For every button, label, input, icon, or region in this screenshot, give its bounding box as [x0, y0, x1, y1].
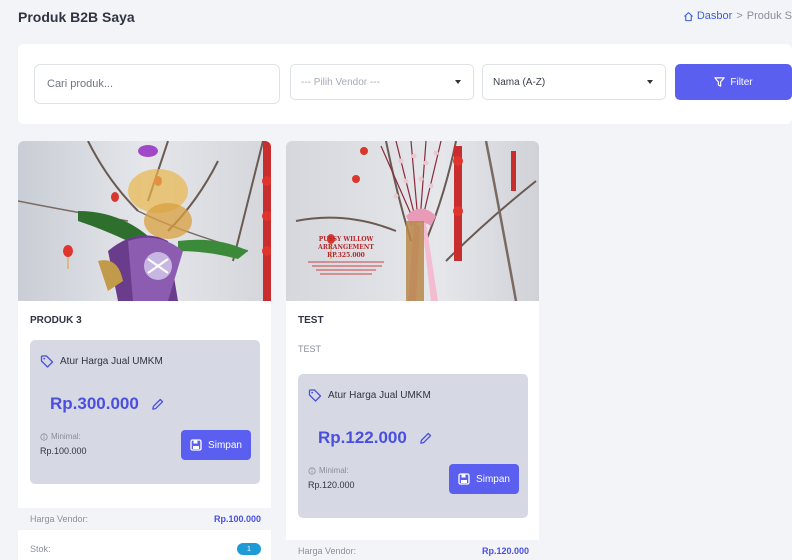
filter-button-label: Filter — [730, 76, 753, 88]
vendor-price-value: Rp.120.000 — [481, 546, 529, 556]
price-value: Rp.122.000 — [318, 428, 432, 448]
page: Produk B2B Saya Dasbor > Produk S --- Pi… — [0, 0, 792, 560]
save-button[interactable]: Simpan — [181, 430, 251, 460]
product-card: PRODUK 3 Atur Harga Jual UMKM Rp.300.000… — [18, 141, 271, 560]
product-description: TEST — [298, 344, 322, 354]
price-amount: Rp.300.000 — [50, 394, 139, 413]
info-icon — [40, 432, 48, 441]
minimum-label-text: Minimal: — [319, 466, 349, 475]
breadcrumb-home-label: Dasbor — [696, 10, 733, 22]
svg-text:ARRANGEMENT: ARRANGEMENT — [317, 244, 374, 251]
vendor-price-label: Harga Vendor: — [30, 514, 89, 524]
vendor-select-value: --- Pilih Vendor --- — [301, 76, 380, 88]
sort-select[interactable]: Nama (A-Z) — [482, 64, 666, 100]
caret-down-icon — [647, 80, 653, 84]
vendor-price-value: Rp.100.000 — [213, 514, 261, 524]
search-input[interactable] — [34, 64, 280, 104]
vendor-price-row: Harga Vendor: Rp.120.000 — [286, 540, 539, 560]
vendor-price-label: Harga Vendor: — [298, 546, 357, 556]
stock-badge: 1 — [237, 543, 261, 555]
vendor-price-row: Harga Vendor: Rp.100.000 — [18, 508, 271, 530]
info-icon — [308, 466, 316, 475]
price-label: Atur Harga Jual UMKM — [40, 354, 163, 368]
pencil-icon[interactable] — [151, 398, 164, 411]
breadcrumb-current: Produk S — [746, 10, 792, 22]
minimum-label: Minimal: — [40, 432, 81, 441]
minimum-value: Rp.100.000 — [40, 446, 87, 456]
caret-down-icon — [455, 80, 461, 84]
price-label: Atur Harga Jual UMKM — [308, 388, 431, 402]
save-icon — [190, 439, 202, 451]
price-box: Atur Harga Jual UMKM Rp.300.000 Minimal:… — [30, 340, 260, 484]
save-button-label: Simpan — [476, 473, 510, 485]
funnel-icon — [714, 77, 726, 87]
breadcrumb: Dasbor > Produk S — [683, 10, 792, 22]
home-icon — [683, 11, 693, 21]
tag-icon — [308, 389, 322, 402]
price-amount: Rp.122.000 — [318, 428, 407, 447]
price-label-text: Atur Harga Jual UMKM — [328, 389, 431, 401]
product-name: TEST — [298, 315, 324, 326]
stock-label: Stok: — [30, 544, 51, 554]
price-value: Rp.300.000 — [50, 394, 164, 414]
svg-text:RP.325.000: RP.325.000 — [327, 252, 365, 259]
svg-text:PUSSY WILLOW: PUSSY WILLOW — [319, 236, 374, 243]
minimum-label-text: Minimal: — [51, 432, 81, 441]
save-button-label: Simpan — [208, 439, 242, 451]
product-card: PUSSY WILLOW ARRANGEMENT RP.325.000 TEST… — [286, 141, 539, 560]
breadcrumb-home[interactable]: Dasbor — [683, 10, 732, 22]
tag-icon — [40, 355, 54, 368]
filter-panel: --- Pilih Vendor --- Nama (A-Z) Filter — [18, 44, 792, 124]
breadcrumb-separator: > — [736, 10, 743, 22]
sort-select-value: Nama (A-Z) — [493, 76, 546, 88]
vendor-select[interactable]: --- Pilih Vendor --- — [290, 64, 474, 100]
product-image — [18, 141, 271, 301]
save-button[interactable]: Simpan — [449, 464, 519, 494]
topbar: Produk B2B Saya Dasbor > Produk S — [0, 0, 792, 40]
stock-row: Stok: 1 — [18, 538, 271, 560]
save-icon — [458, 473, 470, 485]
product-name: PRODUK 3 — [30, 315, 82, 326]
filter-button[interactable]: Filter — [675, 64, 792, 100]
minimum-label: Minimal: — [308, 466, 349, 475]
price-label-text: Atur Harga Jual UMKM — [60, 355, 163, 367]
price-box: Atur Harga Jual UMKM Rp.122.000 Minimal:… — [298, 374, 528, 518]
pencil-icon[interactable] — [419, 432, 432, 445]
product-image: PUSSY WILLOW ARRANGEMENT RP.325.000 — [286, 141, 539, 301]
minimum-value: Rp.120.000 — [308, 480, 355, 490]
page-title: Produk B2B Saya — [18, 9, 135, 25]
